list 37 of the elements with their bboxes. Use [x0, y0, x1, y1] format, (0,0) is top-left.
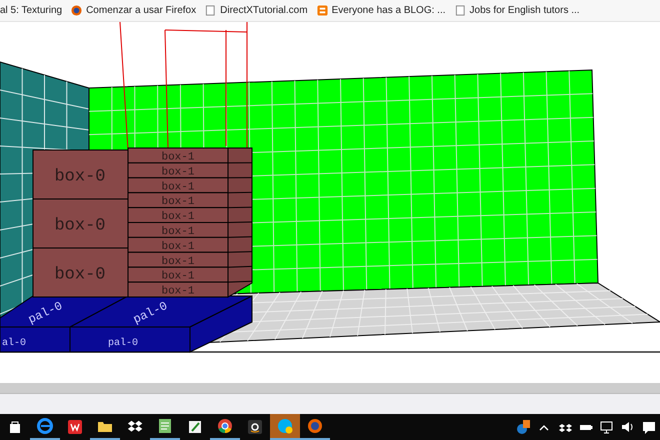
edge-icon — [37, 418, 53, 434]
box-label: box-1 — [162, 181, 194, 194]
page-icon — [205, 5, 216, 16]
skype-icon — [277, 418, 293, 434]
bookmark-link[interactable]: Comenzar a usar Firefox — [71, 5, 196, 16]
bookmark-link[interactable]: Everyone has a BLOG: ... — [316, 5, 446, 16]
notepad-icon — [157, 418, 173, 434]
chrome-icon — [217, 418, 233, 434]
box-label: box-1 — [162, 211, 194, 224]
office-icon — [67, 419, 83, 435]
box-label: box-1 — [162, 256, 194, 268]
bookmark-link[interactable]: DirectXTutorial.com — [205, 5, 308, 16]
volume-icon[interactable] — [621, 420, 635, 434]
box-label: box-1 — [162, 166, 194, 178]
firefox-icon — [71, 5, 82, 16]
message-icon[interactable] — [642, 420, 656, 434]
box-label: box-1 — [162, 196, 194, 208]
page-icon — [454, 5, 466, 16]
pallet-label: al-0 — [2, 338, 26, 349]
pen-icon — [187, 419, 203, 435]
pallet-label: pal-0 — [108, 338, 138, 349]
notification-icon[interactable] — [516, 420, 530, 434]
firefox-icon — [307, 418, 323, 434]
box-label: box-0 — [54, 266, 106, 284]
blog-icon — [316, 5, 328, 16]
box-label: box-1 — [162, 286, 194, 298]
box-label: box-1 — [162, 226, 194, 238]
box-label: box-1 — [162, 151, 194, 164]
amazon-icon — [247, 419, 263, 435]
bookmark-link[interactable]: al 5: Texturing — [0, 5, 62, 16]
scrollbar[interactable] — [0, 383, 660, 393]
windows-store-icon — [7, 419, 23, 435]
box-label: box-1 — [162, 240, 194, 253]
box-label: box-0 — [54, 168, 106, 186]
box-label: box-1 — [162, 270, 194, 283]
bookmark-link[interactable]: Jobs for English tutors ... — [454, 5, 580, 16]
box-label: box-0 — [54, 216, 106, 236]
